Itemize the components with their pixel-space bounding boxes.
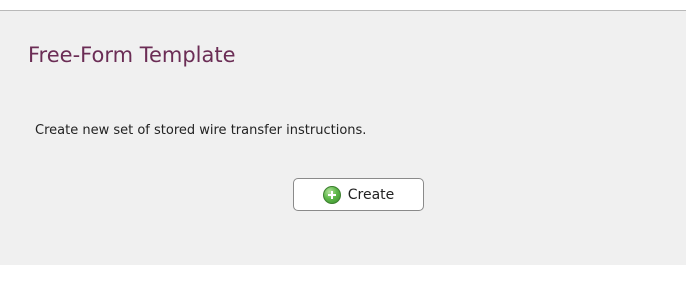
create-button-label: Create	[347, 186, 395, 203]
create-button[interactable]: Create	[293, 178, 424, 211]
free-form-template-panel: Free-Form Template Create new set of sto…	[0, 10, 686, 265]
plus-circle-icon	[322, 185, 341, 204]
panel-description: Create new set of stored wire transfer i…	[35, 123, 367, 138]
panel-title: Free-Form Template	[28, 43, 236, 67]
